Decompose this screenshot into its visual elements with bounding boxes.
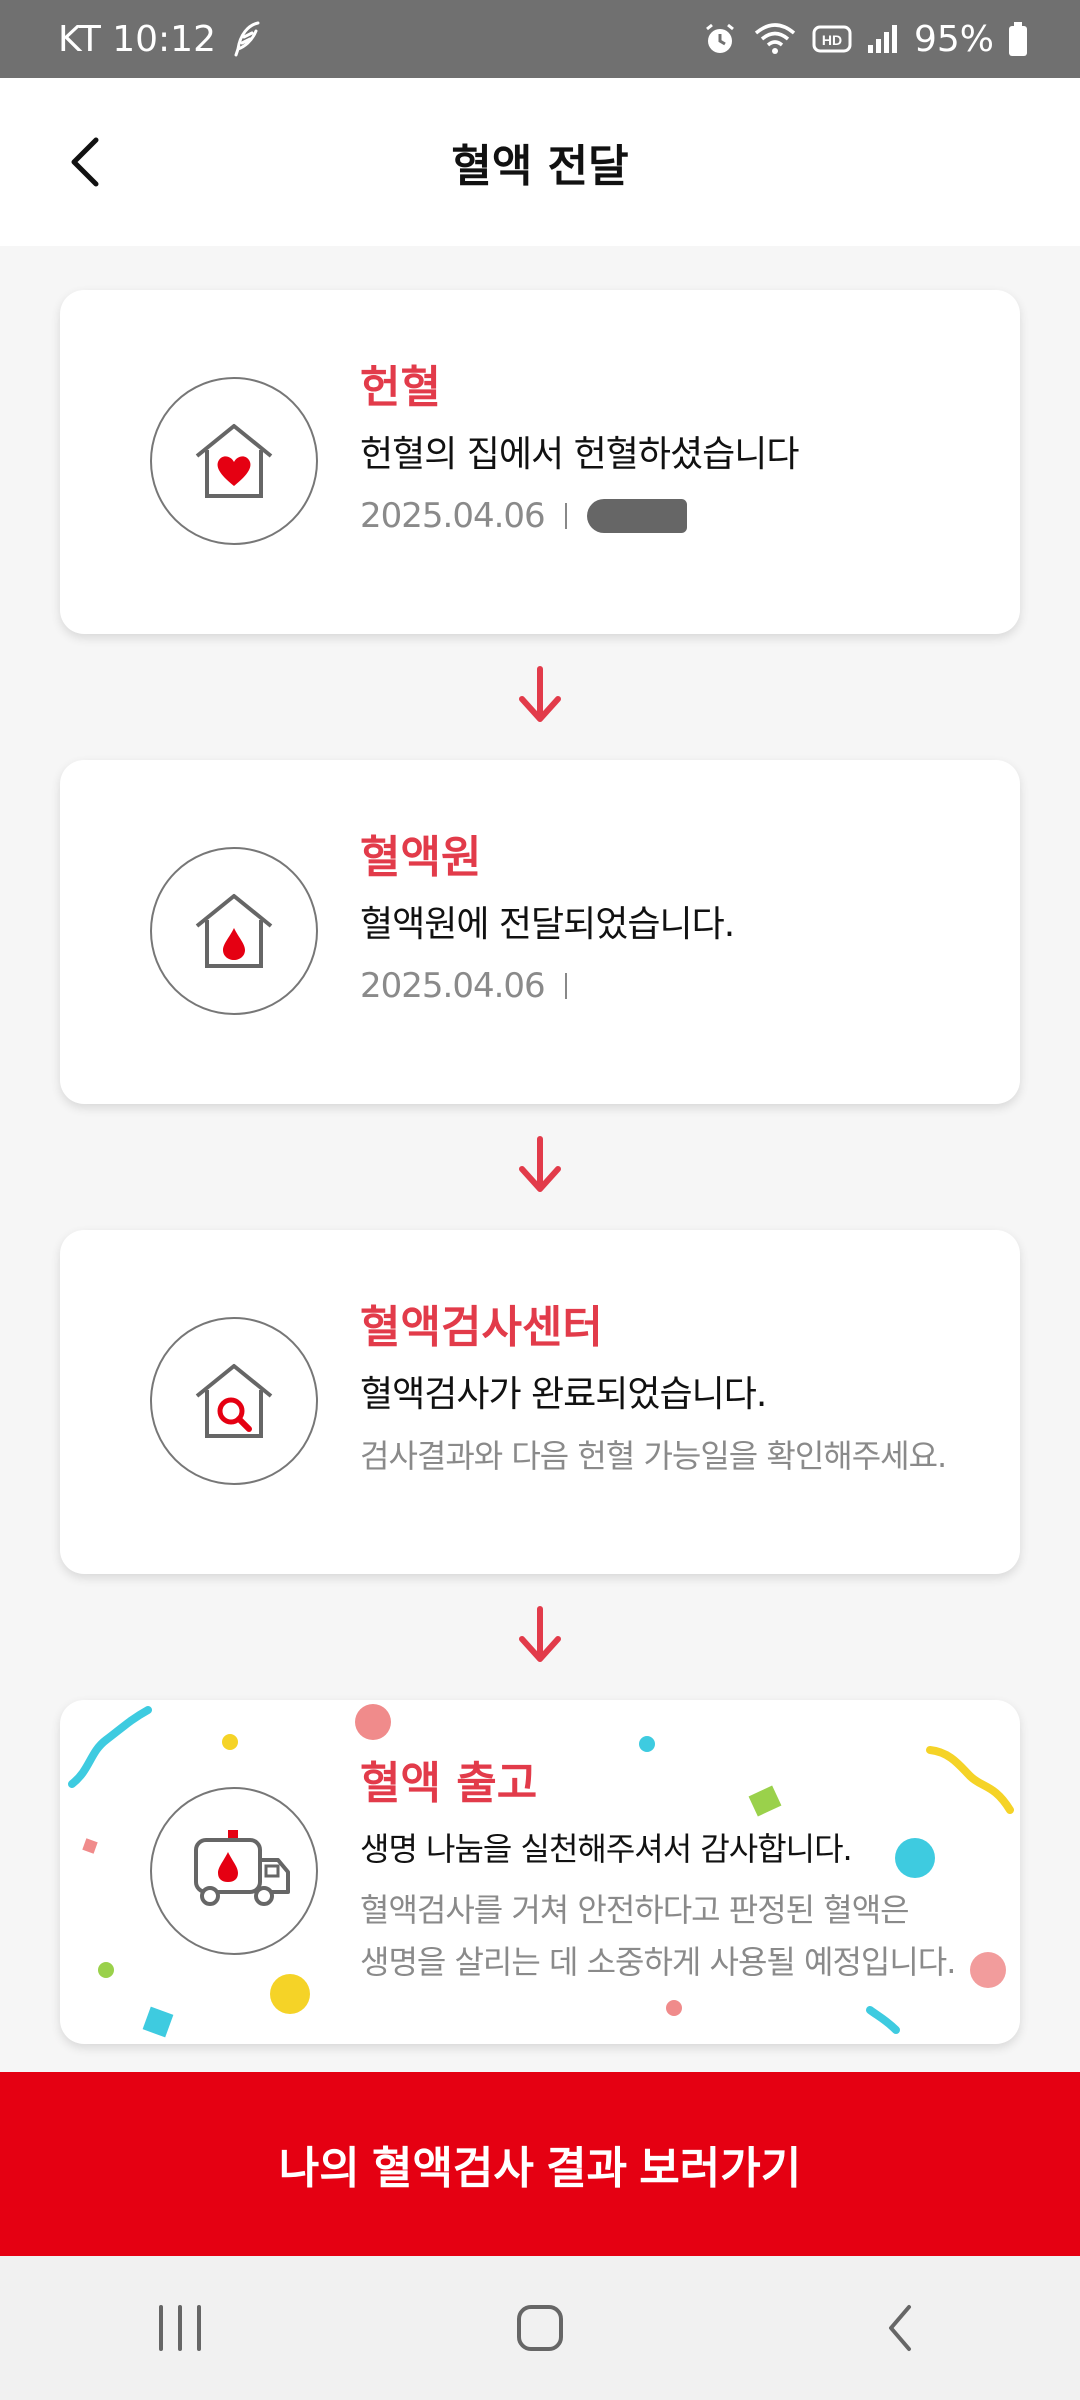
svg-text:HD: HD — [822, 32, 842, 48]
redacted-location — [586, 499, 687, 533]
system-nav-bar — [0, 2256, 1080, 2400]
battery-icon — [1008, 21, 1028, 57]
house-search-icon — [150, 1317, 318, 1485]
arrow-down-icon — [510, 1600, 570, 1670]
step-date: 2025.04.06 — [360, 496, 546, 536]
view-test-results-button[interactable]: 나의 혈액검사 결과 보러가기 — [0, 2072, 1080, 2256]
step-subtext-line2: 생명을 살리는 데 소중하게 사용될 예정입니다. — [360, 1943, 956, 1981]
recent-apps-button[interactable] — [120, 2278, 240, 2378]
house-drop-icon — [150, 847, 318, 1015]
step-text: 혈액 출고 생명 나눔을 실천해주셔서 감사합니다. 혈액검사를 거쳐 안전하다… — [360, 1758, 1010, 1988]
step-card-release: 혈액 출고 생명 나눔을 실천해주셔서 감사합니다. 혈액검사를 거쳐 안전하다… — [60, 1700, 1020, 2044]
status-right: HD 95% — [702, 19, 1028, 60]
chevron-left-icon — [71, 137, 99, 187]
page-title: 혈액 전달 — [451, 141, 629, 192]
step-card-test-center: 혈액검사센터 혈액검사가 완료되었습니다. 검사결과와 다음 헌혈 가능일을 확… — [60, 1230, 1020, 1574]
back-button[interactable] — [56, 132, 116, 192]
hd-icon: HD — [812, 24, 852, 54]
step-description: 헌혈의 집에서 헌혈하셨습니다 — [360, 434, 799, 475]
home-button[interactable] — [480, 2278, 600, 2378]
step-title: 헌혈 — [360, 362, 441, 413]
status-left: KT 10:12 — [58, 19, 264, 60]
feather-icon — [230, 19, 264, 59]
recent-apps-icon — [159, 2305, 201, 2351]
step-title: 혈액 출고 — [360, 1758, 538, 1809]
alarm-icon — [702, 21, 738, 57]
wifi-icon — [752, 21, 798, 57]
arrow-down-icon — [510, 660, 570, 730]
step-text: 혈액검사센터 혈액검사가 완료되었습니다. 검사결과와 다음 헌혈 가능일을 확… — [360, 1302, 1010, 1480]
house-heart-icon — [150, 377, 318, 545]
step-text: 혈액원 혈액원에 전달되었습니다. 2025.04.06 — [360, 832, 1010, 1010]
signal-icon — [866, 23, 900, 55]
date-separator — [564, 973, 567, 999]
step-title: 혈액원 — [360, 832, 482, 883]
step-description: 혈액검사가 완료되었습니다. — [360, 1374, 767, 1415]
date-separator — [564, 503, 567, 529]
app-header: 혈액 전달 — [0, 78, 1080, 246]
step-text: 헌혈 헌혈의 집에서 헌혈하셨습니다 2025.04.06 — [360, 362, 1010, 540]
step-subtext: 검사결과와 다음 헌혈 가능일을 확인해주세요. — [360, 1437, 947, 1475]
battery-percent: 95% — [913, 18, 994, 60]
nav-back-button[interactable] — [840, 2278, 960, 2378]
step-card-blood-center: 혈액원 혈액원에 전달되었습니다. 2025.04.06 — [60, 760, 1020, 1104]
home-icon — [517, 2305, 563, 2351]
delivery-timeline: 헌혈 헌혈의 집에서 헌혈하셨습니다 2025.04.06 혈액원 혈액원에 전… — [0, 246, 1080, 2072]
step-card-donation: 헌혈 헌혈의 집에서 헌혈하셨습니다 2025.04.06 — [60, 290, 1020, 634]
step-title: 혈액검사센터 — [360, 1302, 603, 1353]
back-icon — [889, 2305, 911, 2351]
status-bar: KT 10:12 HD 95% — [0, 0, 1080, 78]
step-description: 혈액원에 전달되었습니다. — [360, 904, 735, 945]
arrow-down-icon — [510, 1130, 570, 1200]
carrier-time: KT 10:12 — [58, 18, 216, 60]
step-date-row: 2025.04.06 — [360, 492, 1010, 540]
step-date: 2025.04.06 — [360, 966, 546, 1006]
delivery-truck-icon — [150, 1787, 318, 1955]
step-date-row: 2025.04.06 — [360, 962, 1010, 1010]
step-description: 생명 나눔을 실천해주셔서 감사합니다. — [360, 1830, 853, 1868]
step-subtext-line1: 혈액검사를 거쳐 안전하다고 판정된 혈액은 — [360, 1891, 910, 1929]
